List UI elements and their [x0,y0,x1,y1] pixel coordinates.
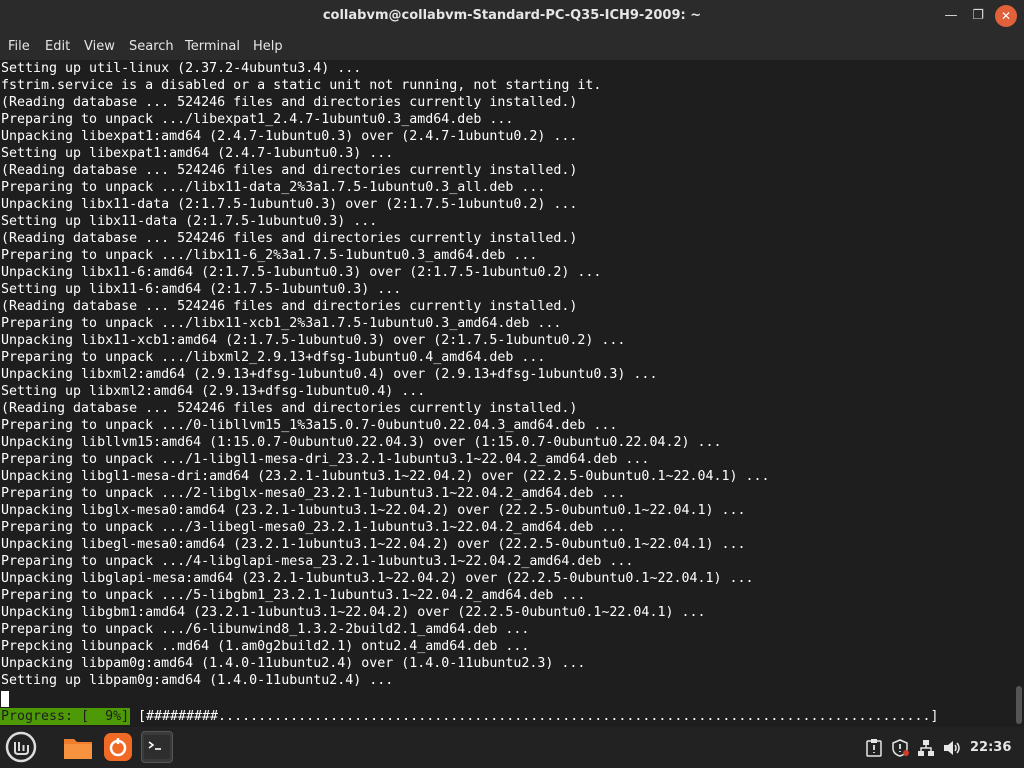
terminal-line: Unpacking libglx-mesa0:amd64 (23.2.1-1ub… [1,503,746,518]
terminal-line: Unpacking libgl1-mesa-dri:amd64 (23.2.1-… [1,469,770,484]
terminal-line: (Reading database ... 524246 files and d… [1,231,578,246]
menu-search[interactable]: Search [129,39,174,54]
scrollbar[interactable] [1014,60,1024,727]
menu-file[interactable]: File [8,39,30,54]
menu-view[interactable]: View [84,39,115,54]
terminal-line: Preparing to unpack .../libxml2_2.9.13+d… [1,350,546,365]
terminal-line: Unpacking libxml2:amd64 (2.9.13+dfsg-1ub… [1,367,658,382]
terminal-line: Setting up libx11-data (2:1.7.5-1ubuntu0… [1,214,378,229]
terminal-line: (Reading database ... 524246 files and d… [1,401,578,416]
mint-menu-icon[interactable] [5,731,37,763]
text-cursor [1,691,9,707]
terminal-line: Preparing to unpack .../libx11-6_2%3a1.7… [1,248,538,263]
scrollbar-thumb[interactable] [1016,686,1022,724]
close-icon[interactable]: ✕ [995,5,1017,27]
taskbar: 22:36 [0,727,1024,768]
progress-bar: [#########..............................… [138,709,939,724]
terminal-line: Unpacking libegl-mesa0:amd64 (23.2.1-1ub… [1,537,746,552]
terminal-line: Preparing to unpack .../libx11-data_2%3a… [1,180,546,195]
terminal-line: Unpacking libllvm15:amd64 (1:15.0.7-0ubu… [1,435,722,450]
terminal-line: Unpacking libexpat1:amd64 (2.4.7-1ubuntu… [1,129,578,144]
shield-icon[interactable] [891,739,909,761]
terminal-line: fstrim.service is a disabled or a static… [1,78,602,93]
terminal-line: Unpacking libx11-6:amd64 (2:1.7.5-1ubunt… [1,265,602,280]
terminal-line: Setting up libxml2:amd64 (2.9.13+dfsg-1u… [1,384,426,399]
terminal-line: Preparing to unpack .../4-libglapi-mesa_… [1,554,634,569]
network-icon[interactable] [917,739,935,761]
window-title: collabvm@collabvm-Standard-PC-Q35-ICH9-2… [322,8,702,23]
terminal-line: Preparing to unpack .../5-libgbm1_23.2.1… [1,588,586,603]
terminal-line: Preparing to unpack .../libexpat1_2.4.7-… [1,112,514,127]
minimize-icon[interactable]: — [940,5,962,27]
clipboard-icon[interactable] [866,739,882,761]
progress-label: Progress: [ 9%] [0,708,131,725]
terminal-line: Unpacking libgbm1:amd64 (23.2.1-1ubuntu3… [1,605,706,620]
terminal-line: (Reading database ... 524246 files and d… [1,299,578,314]
terminal-line: Unpacking libglapi-mesa:amd64 (23.2.1-1u… [1,571,754,586]
terminal-line: Setting up libpam0g:amd64 (1.4.0-11ubunt… [1,673,394,688]
terminal-line: Preparing to unpack .../1-libgl1-mesa-dr… [1,452,650,467]
menu-terminal[interactable]: Terminal [185,39,240,54]
files-folder-icon[interactable] [62,731,94,763]
clock[interactable]: 22:36 [970,740,1011,755]
terminal-line: Setting up libexpat1:amd64 (2.4.7-1ubunt… [1,146,394,161]
terminal-output[interactable]: Setting up util-linux (2.37.2-4ubuntu3.4… [0,60,1014,748]
terminal-line: Preparing to unpack .../libx11-xcb1_2%3a… [1,316,562,331]
terminal-line: (Reading database ... 524246 files and d… [1,95,578,110]
terminal-line: Preparing to unpack .../2-libglx-mesa0_2… [1,486,626,501]
terminal-line: Unpacking libpam0g:amd64 (1.4.0-11ubuntu… [1,656,586,671]
volume-icon[interactable] [942,739,962,761]
menu-edit[interactable]: Edit [45,39,70,54]
terminal-line: Setting up util-linux (2.37.2-4ubuntu3.4… [1,61,362,76]
terminal-line: Setting up libx11-6:amd64 (2:1.7.5-1ubun… [1,282,402,297]
terminal-line: Preparing to unpack .../0-libllvm15_1%3a… [1,418,618,433]
update-manager-icon[interactable] [102,731,134,763]
window-titlebar[interactable]: collabvm@collabvm-Standard-PC-Q35-ICH9-2… [0,0,1024,33]
maximize-icon[interactable]: ❐ [967,5,989,27]
terminal-line: Preparing to unpack .../6-libunwind8_1.3… [1,622,530,637]
terminal-line: (Reading database ... 524246 files and d… [1,163,578,178]
terminal-line: Unpacking libx11-xcb1:amd64 (2:1.7.5-1ub… [1,333,626,348]
terminal-line: Preparing to unpack .../3-libegl-mesa0_2… [1,520,626,535]
menu-help[interactable]: Help [253,39,283,54]
terminal-line: Unpacking libx11-data (2:1.7.5-1ubuntu0.… [1,197,578,212]
terminal-line: Prepcking libunpack ..md64 (1.am0g2build… [1,639,530,654]
terminal-app-icon[interactable] [141,731,173,763]
menu-bar: File Edit View Search Terminal Help [0,33,1024,60]
